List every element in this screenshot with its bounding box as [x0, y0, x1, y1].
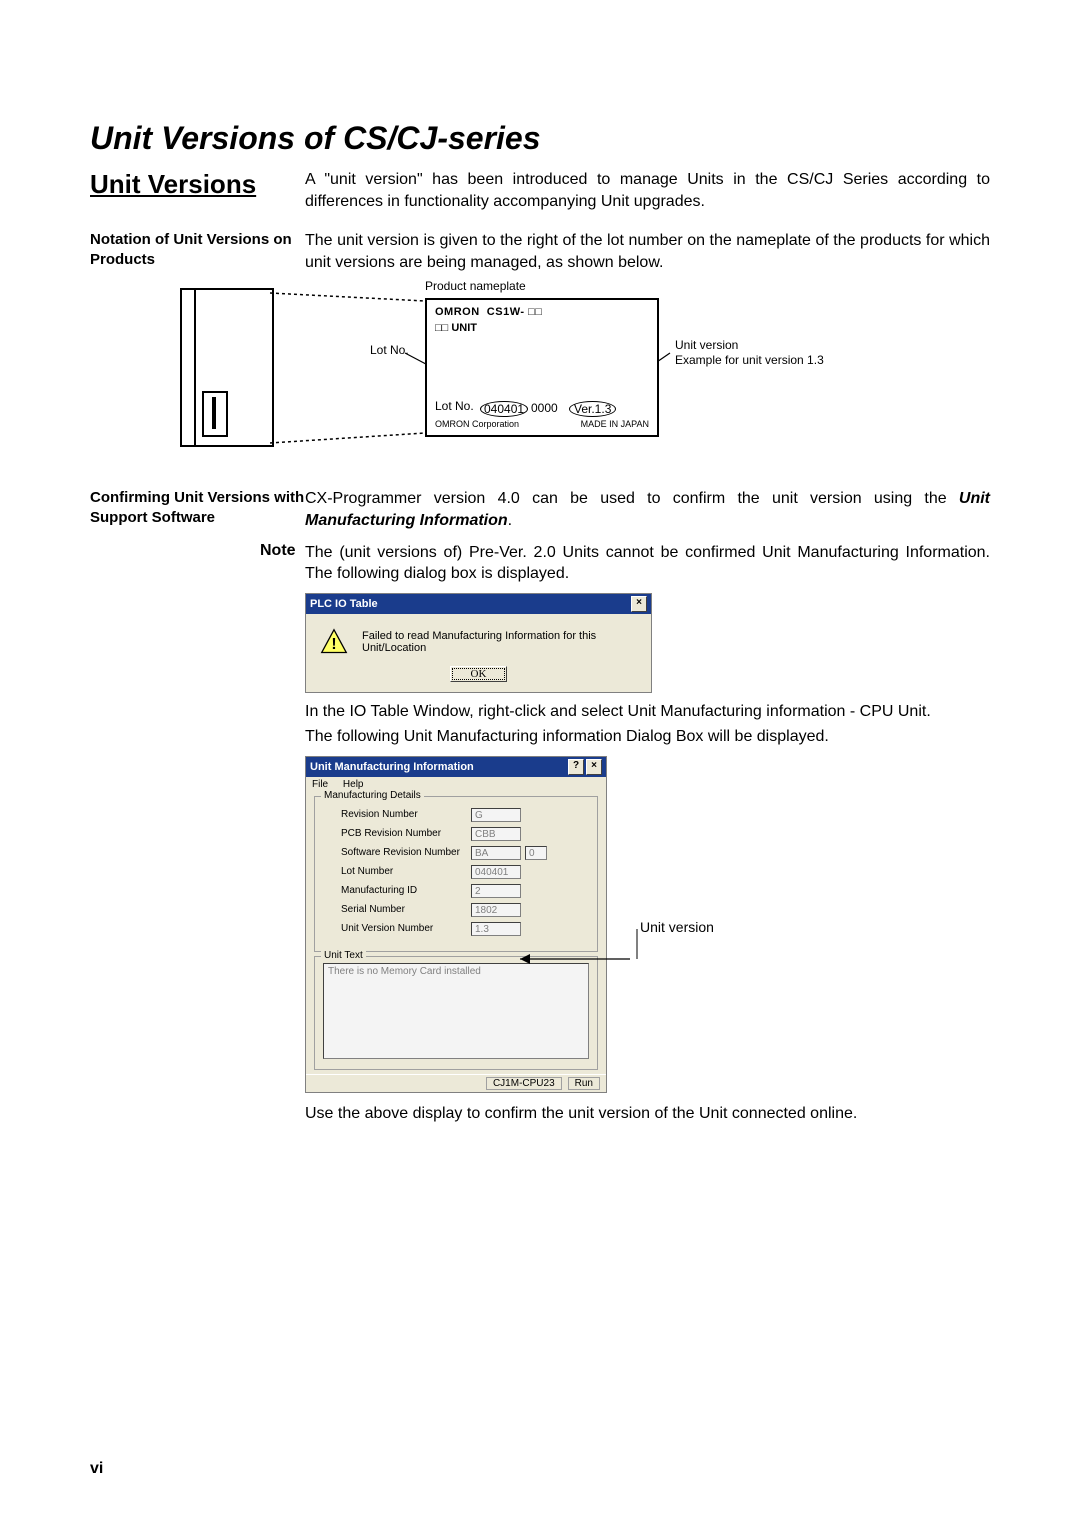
- warning-icon: !: [320, 628, 348, 656]
- value-serial-number: 1802: [471, 903, 521, 917]
- value-unit-version-number: 1.3: [471, 922, 521, 936]
- body-notation: The unit version is given to the right o…: [305, 230, 990, 273]
- dialog2-title: Unit Manufacturing Information: [310, 761, 474, 773]
- intro-paragraph: A "unit version" has been introduced to …: [305, 169, 990, 212]
- help-icon[interactable]: ?: [568, 759, 584, 775]
- value-lot-number: 040401: [471, 865, 521, 879]
- page-number: vi: [90, 1460, 103, 1478]
- label-revision-number: Revision Number: [341, 809, 471, 820]
- closing-paragraph: Use the above display to confirm the uni…: [305, 1103, 990, 1125]
- dialog-plc-io-table: PLC IO Table × ! Failed to read Manufact…: [305, 593, 652, 693]
- nameplate-lot-suffix: 0000: [531, 401, 558, 415]
- note-body: The (unit versions of) Pre-Ver. 2.0 Unit…: [305, 542, 990, 585]
- dialog1-message: Failed to read Manufacturing Information…: [362, 630, 637, 654]
- value-pcb-revision: CBB: [471, 827, 521, 841]
- body-confirming: CX-Programmer version 4.0 can be used to…: [305, 488, 990, 531]
- nameplate-brand: OMRON: [435, 306, 480, 318]
- nameplate-lot-value: 040401: [480, 401, 528, 417]
- label-pcb-revision: PCB Revision Number: [341, 828, 471, 839]
- group-unit-text: Unit Text There is no Memory Card instal…: [314, 956, 598, 1070]
- unit-text-area: There is no Memory Card installed: [323, 963, 589, 1059]
- status-model: CJ1M-CPU23: [486, 1077, 562, 1090]
- dialog2-statusbar: CJ1M-CPU23 Run: [306, 1074, 606, 1092]
- nameplate-unit-line: □□ UNIT: [435, 322, 477, 334]
- dialog-unit-mfg-info: Unit Manufacturing Information ? × File …: [305, 756, 607, 1093]
- nameplate-lot-prefix: Lot No.: [435, 399, 474, 413]
- value-software-revision-a: BA: [471, 846, 521, 860]
- label-product-nameplate: Product nameplate: [425, 279, 526, 293]
- note-label: Note: [260, 542, 305, 585]
- close-icon[interactable]: ×: [586, 759, 602, 775]
- dialog1-title: PLC IO Table: [310, 598, 378, 610]
- nameplate-ver-oval: Ver.1.3: [569, 401, 616, 417]
- close-icon[interactable]: ×: [631, 596, 647, 612]
- side-label-notation: Notation of Unit Versions on Products: [90, 230, 305, 269]
- paragraph-io-table-instruction: In the IO Table Window, right-click and …: [305, 701, 990, 723]
- page-main-title: Unit Versions of CS/CJ-series: [90, 120, 990, 157]
- group2-legend: Unit Text: [321, 950, 366, 961]
- group-manufacturing-details: Manufacturing Details Revision Number G …: [314, 796, 598, 952]
- value-software-revision-b: 0: [525, 846, 547, 860]
- label-lot-number: Lot Number: [341, 866, 471, 877]
- status-mode: Run: [568, 1077, 600, 1090]
- label-software-revision: Software Revision Number: [341, 847, 471, 858]
- nameplate-figure: Product nameplate Lot No. Unit version E…: [180, 283, 900, 468]
- svg-text:!: !: [331, 636, 336, 653]
- menu-file[interactable]: File: [312, 779, 328, 790]
- callout-arrow-vert: [605, 921, 645, 971]
- callout-unit-version: Unit version: [640, 919, 714, 935]
- nameplate-model: CS1W- □□: [487, 306, 543, 318]
- side-label-confirming: Confirming Unit Versions with Support So…: [90, 488, 305, 527]
- label-serial-number: Serial Number: [341, 904, 471, 915]
- value-revision-number: G: [471, 808, 521, 822]
- label-unit-version: Unit version: [675, 338, 738, 352]
- label-manufacturing-id: Manufacturing ID: [341, 885, 471, 896]
- section-heading-unit-versions: Unit Versions: [90, 169, 305, 200]
- label-unit-version-number: Unit Version Number: [341, 923, 471, 934]
- label-unit-version-example: Example for unit version 1.3: [675, 353, 824, 367]
- label-lot-no: Lot No.: [370, 343, 409, 357]
- value-manufacturing-id: 2: [471, 884, 521, 898]
- nameplate-corp: OMRON Corporation: [435, 419, 519, 429]
- menu-help[interactable]: Help: [343, 779, 364, 790]
- nameplate-mij: MADE IN JAPAN: [581, 419, 649, 429]
- nameplate-box: OMRON CS1W- □□ □□ UNIT Lot No. 040401 00…: [425, 298, 659, 437]
- paragraph-dialog-displayed: The following Unit Manufacturing informa…: [305, 726, 990, 748]
- group1-legend: Manufacturing Details: [321, 790, 424, 801]
- ok-button[interactable]: OK: [450, 666, 508, 682]
